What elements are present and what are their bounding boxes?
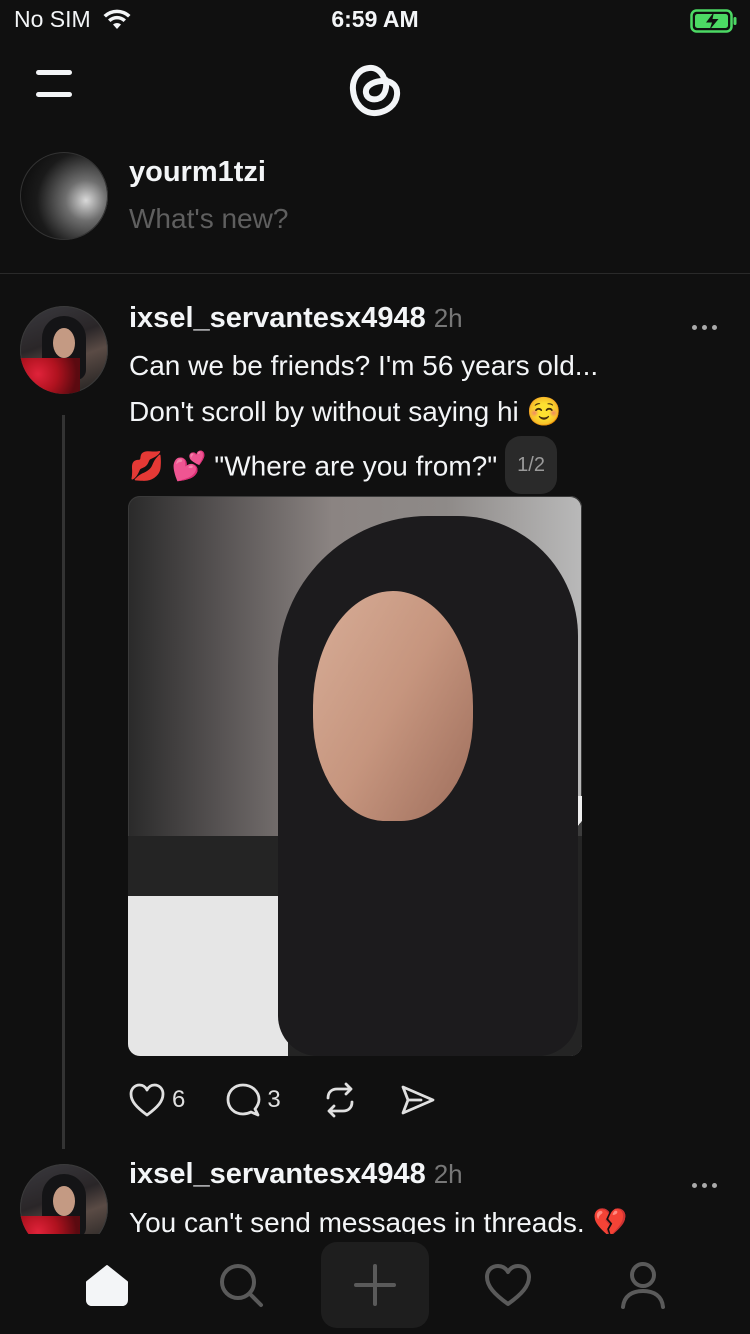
post-text-quote: 💋 💕 "Where are you from?" (129, 450, 498, 482)
composer-input[interactable]: What's new? (129, 203, 288, 235)
home-icon (86, 1265, 128, 1306)
menu-icon (36, 70, 72, 75)
post-time: 2h (433, 1159, 463, 1189)
post-actions: 6 3 (128, 1082, 437, 1118)
post-text-line3: 💋 💕 "Where are you from?" 1/2 (129, 436, 557, 497)
more-icon[interactable] (692, 1175, 722, 1188)
status-time: 6:59 AM (331, 6, 419, 32)
composer-avatar[interactable] (20, 152, 108, 240)
post-image[interactable] (128, 496, 582, 1056)
divider (0, 273, 750, 274)
heart-icon (129, 1083, 165, 1117)
repost-button[interactable] (321, 1082, 359, 1118)
tab-search[interactable] (201, 1250, 281, 1320)
post-header: ixsel_servantesx4948 2h (129, 302, 463, 335)
tab-home[interactable] (67, 1250, 147, 1320)
page-indicator: 1/2 (505, 436, 557, 494)
post-header: ixsel_servantesx4948 2h (129, 1158, 463, 1191)
more-icon[interactable] (692, 317, 722, 330)
reply-count: 3 (267, 1086, 281, 1113)
post-username[interactable]: ixsel_servantesx4948 (129, 302, 426, 334)
share-button[interactable] (399, 1082, 437, 1118)
post-avatar[interactable] (20, 306, 108, 394)
search-icon (220, 1264, 263, 1307)
tab-profile[interactable] (603, 1250, 683, 1320)
share-icon (401, 1085, 435, 1115)
post-text-line1: Can we be friends? I'm 56 years old... (129, 350, 599, 381)
reply-button[interactable]: 3 (225, 1082, 281, 1118)
repost-icon (326, 1082, 354, 1118)
activity-icon (485, 1264, 531, 1306)
threads-logo-icon[interactable] (340, 52, 410, 127)
like-count: 6 (172, 1086, 186, 1113)
menu-icon-bar (36, 92, 72, 97)
tab-bar (0, 1234, 750, 1334)
tab-new-thread[interactable] (321, 1242, 429, 1328)
new-thread-icon (354, 1264, 396, 1306)
menu-button[interactable] (36, 70, 76, 100)
post-username[interactable]: ixsel_servantesx4948 (129, 1158, 426, 1190)
thread-line (62, 415, 65, 1149)
like-button[interactable]: 6 (128, 1082, 185, 1118)
comment-icon (226, 1083, 261, 1117)
composer-username: yourm1tzi (129, 156, 266, 188)
post-text-line2: Don't scroll by without saying hi ☺️ (129, 396, 562, 427)
tab-activity[interactable] (468, 1250, 548, 1320)
battery-charging-icon (690, 8, 738, 39)
post-text-line1: You can't send messages in threads. 💔 (129, 1207, 628, 1234)
post-time: 2h (433, 303, 463, 333)
profile-icon (621, 1262, 665, 1309)
